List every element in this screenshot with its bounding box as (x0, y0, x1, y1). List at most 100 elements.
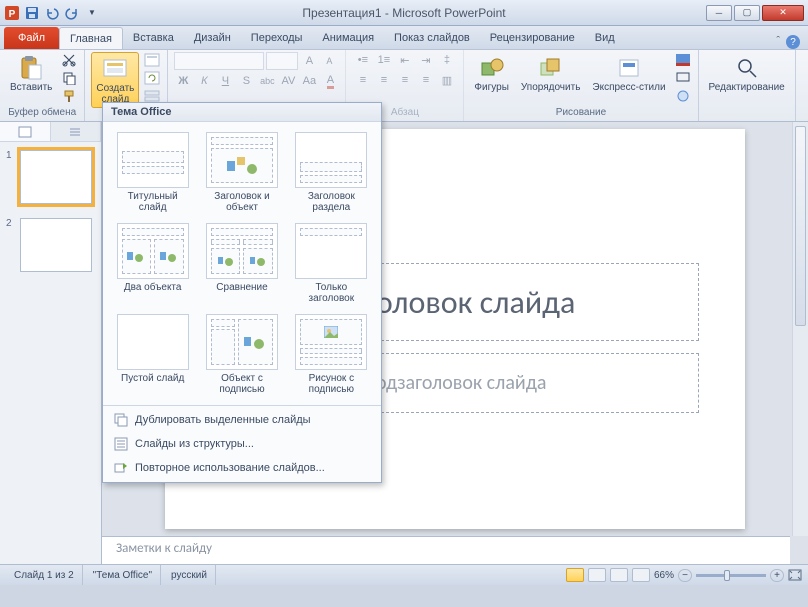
shapes-button[interactable]: Фигуры (470, 52, 512, 96)
strike-icon[interactable]: S (237, 73, 255, 89)
slides-from-outline-item[interactable]: Слайды из структуры... (103, 432, 381, 456)
minimize-ribbon-icon[interactable]: ˆ (776, 35, 780, 49)
panel-tab-outline[interactable] (51, 122, 102, 141)
reuse-slides-item[interactable]: Повторное использование слайдов... (103, 456, 381, 480)
new-slide-button[interactable]: Создать слайд (91, 52, 139, 108)
format-painter-icon[interactable] (60, 88, 78, 104)
shapes-icon (478, 54, 506, 82)
align-right-icon[interactable]: ≡ (396, 72, 414, 88)
reset-icon[interactable] (143, 70, 161, 86)
justify-icon[interactable]: ≡ (417, 72, 435, 88)
title-bar: P ▼ Презентация1 - Microsoft PowerPoint … (0, 0, 808, 26)
shrink-font-icon[interactable]: A (320, 53, 338, 69)
tab-insert[interactable]: Вставка (123, 27, 184, 49)
tab-animation[interactable]: Анимация (312, 27, 384, 49)
layout-comparison[interactable]: Сравнение (198, 219, 285, 308)
indent-dec-icon[interactable]: ⇤ (396, 52, 414, 68)
fit-window-button[interactable] (788, 569, 802, 581)
layout-picture-caption[interactable]: Рисунок с подписью (288, 310, 375, 399)
copy-icon[interactable] (60, 70, 78, 86)
shape-effects-icon[interactable] (674, 88, 692, 104)
quickstyles-button[interactable]: Экспресс-стили (588, 52, 669, 96)
tab-slideshow[interactable]: Показ слайдов (384, 27, 480, 49)
layout-title-content[interactable]: Заголовок и объект (198, 128, 285, 217)
status-bar: Слайд 1 из 2 "Тема Office" русский 66% −… (0, 564, 808, 585)
underline-icon[interactable]: Ч (216, 73, 234, 89)
zoom-slider[interactable] (696, 574, 766, 577)
numbering-icon[interactable]: 1≡ (375, 52, 393, 68)
view-reading-button[interactable] (610, 568, 628, 582)
spacing-icon[interactable]: AV (279, 73, 297, 89)
help-icon[interactable]: ? (786, 35, 800, 49)
font-color-icon[interactable]: A (321, 73, 339, 89)
group-clipboard: Вставить Буфер обмена (0, 50, 85, 121)
tab-home[interactable]: Главная (59, 27, 123, 49)
group-drawing: Фигуры Упорядочить Экспресс-стили Рисова… (464, 50, 698, 121)
layout-two-content[interactable]: Два объекта (109, 219, 196, 308)
font-family-combo[interactable] (174, 52, 264, 70)
paste-icon (17, 54, 45, 82)
view-normal-button[interactable] (566, 568, 584, 582)
layout-section-header[interactable]: Заголовок раздела (288, 128, 375, 217)
zoom-out-button[interactable]: − (678, 569, 692, 582)
layout-icon[interactable] (143, 52, 161, 68)
panel-tab-slides[interactable] (0, 122, 51, 141)
minimize-button[interactable]: ─ (706, 5, 732, 21)
duplicate-slides-item[interactable]: Дублировать выделенные слайды (103, 408, 381, 432)
editing-button[interactable]: Редактирование (705, 52, 789, 96)
notes-pane[interactable]: Заметки к слайду (102, 536, 790, 564)
align-center-icon[interactable]: ≡ (375, 72, 393, 88)
layout-title-only[interactable]: Только заголовок (288, 219, 375, 308)
qat-dropdown-icon[interactable]: ▼ (84, 5, 100, 21)
layout-blank[interactable]: Пустой слайд (109, 310, 196, 399)
columns-icon[interactable]: ▥ (438, 72, 456, 88)
shape-outline-icon[interactable] (674, 70, 692, 86)
scrollbar-thumb[interactable] (795, 126, 806, 326)
arrange-button[interactable]: Упорядочить (517, 52, 585, 96)
duplicate-icon (113, 412, 129, 428)
view-sorter-button[interactable] (588, 568, 606, 582)
slide-thumb-2[interactable]: 2 (6, 218, 95, 272)
tab-view[interactable]: Вид (585, 27, 625, 49)
italic-icon[interactable]: К (195, 73, 213, 89)
shadow-icon[interactable]: abc (258, 73, 276, 89)
redo-icon[interactable] (64, 5, 80, 21)
zoom-in-button[interactable]: + (770, 569, 784, 582)
view-slideshow-button[interactable] (632, 568, 650, 582)
help-area: ˆ ? (776, 35, 808, 49)
maximize-button[interactable]: ▢ (734, 5, 760, 21)
quickstyles-icon (615, 54, 643, 82)
grow-font-icon[interactable]: A (300, 53, 318, 69)
bullets-icon[interactable]: •≡ (354, 52, 372, 68)
tab-transitions[interactable]: Переходы (241, 27, 313, 49)
slide-thumb-1[interactable]: 1 (6, 150, 95, 204)
group-drawing-label: Рисование (470, 106, 691, 119)
close-button[interactable]: ✕ (762, 5, 804, 21)
find-icon (733, 54, 761, 82)
layout-title-slide[interactable]: Титульный слайд (109, 128, 196, 217)
tab-file[interactable]: Файл (4, 27, 59, 49)
line-spacing-icon[interactable]: ‡ (438, 52, 456, 68)
indent-inc-icon[interactable]: ⇥ (417, 52, 435, 68)
window-title: Презентация1 - Microsoft PowerPoint (302, 6, 505, 20)
zoom-slider-thumb[interactable] (724, 570, 730, 581)
vertical-scrollbar[interactable] (792, 122, 808, 536)
group-editing: Редактирование (699, 50, 796, 121)
cut-icon[interactable] (60, 52, 78, 68)
font-size-combo[interactable] (266, 52, 298, 70)
layout-content-caption[interactable]: Объект с подписью (198, 310, 285, 399)
case-icon[interactable]: Aa (300, 73, 318, 89)
status-lang[interactable]: русский (163, 565, 216, 585)
save-icon[interactable] (24, 5, 40, 21)
tab-review[interactable]: Рецензирование (480, 27, 585, 49)
shape-fill-icon[interactable] (674, 52, 692, 68)
status-slide: Слайд 1 из 2 (6, 565, 83, 585)
paste-button[interactable]: Вставить (6, 52, 56, 96)
align-left-icon[interactable]: ≡ (354, 72, 372, 88)
bold-icon[interactable]: Ж (174, 73, 192, 89)
tab-design[interactable]: Дизайн (184, 27, 241, 49)
undo-icon[interactable] (44, 5, 60, 21)
arrange-icon (537, 54, 565, 82)
group-clipboard-label: Буфер обмена (6, 106, 78, 119)
new-slide-gallery: Тема Office Титульный слайд Заголовок и … (102, 102, 382, 483)
